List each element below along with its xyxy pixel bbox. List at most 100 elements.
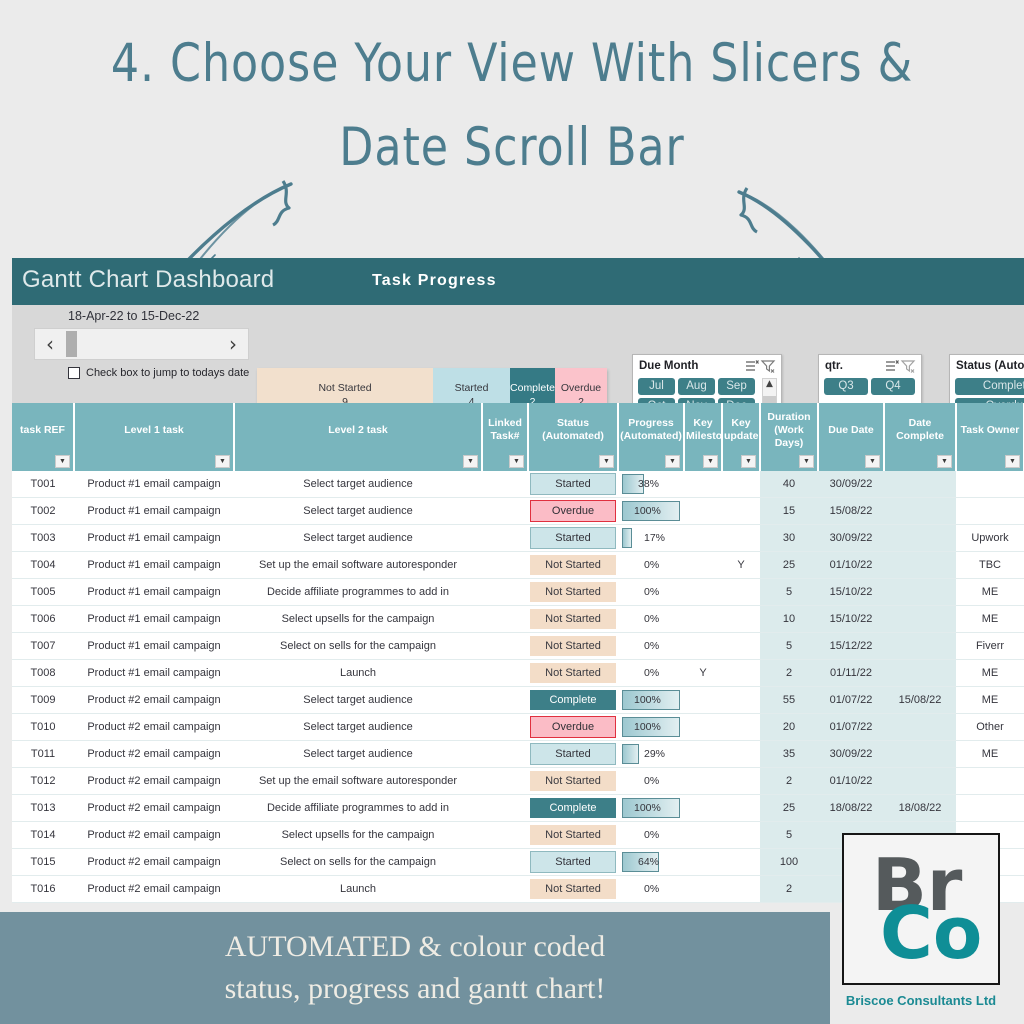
cell-linked-task[interactable] [482, 875, 528, 903]
cell-level-2-task[interactable]: Select on sells for the campaign [234, 848, 482, 877]
cell-linked-task[interactable] [482, 821, 528, 850]
cell-duration[interactable]: 40 [760, 471, 818, 499]
cell-linked-task[interactable] [482, 632, 528, 661]
cell-linked-task[interactable] [482, 767, 528, 796]
cell-progress[interactable]: 0% [618, 659, 684, 688]
table-row[interactable]: T007 Product #1 email campaign Select on s… [12, 632, 1024, 661]
cell-key-milestone[interactable] [684, 497, 722, 526]
cell-key-update[interactable] [722, 848, 760, 877]
cell-date-complete[interactable] [884, 605, 956, 634]
cell-key-update[interactable] [722, 605, 760, 634]
cell-level-2-task[interactable]: Select on sells for the campaign [234, 632, 482, 661]
cell-task-ref[interactable]: T003 [12, 524, 74, 553]
cell-progress[interactable]: 0% [618, 632, 684, 661]
cell-date-complete[interactable] [884, 551, 956, 580]
cell-key-update[interactable] [722, 578, 760, 607]
clear-filter-icon[interactable] [760, 359, 776, 373]
cell-duration[interactable]: 20 [760, 713, 818, 742]
cell-level-1-task[interactable]: Product #1 email campaign [74, 578, 234, 607]
cell-due-date[interactable]: 18/08/22 [818, 794, 884, 823]
cell-duration[interactable]: 30 [760, 524, 818, 553]
cell-status[interactable]: Not Started [528, 605, 618, 634]
cell-due-date[interactable]: 01/07/22 [818, 713, 884, 742]
col-header-task-ref[interactable]: task REF ▼ [12, 403, 75, 471]
slicer-option-complete[interactable]: Complete [955, 378, 1024, 395]
cell-level-2-task[interactable]: Launch [234, 659, 482, 688]
cell-date-complete[interactable] [884, 524, 956, 553]
cell-key-update[interactable] [722, 794, 760, 823]
filter-dropdown-level-1-task[interactable]: ▼ [215, 455, 230, 468]
cell-level-1-task[interactable]: Product #1 email campaign [74, 659, 234, 688]
cell-level-2-task[interactable]: Select target audience [234, 686, 482, 715]
cell-level-1-task[interactable]: Product #2 email campaign [74, 740, 234, 769]
cell-task-owner[interactable]: ME [956, 686, 1024, 715]
cell-task-ref[interactable]: T007 [12, 632, 74, 661]
col-header-key-milestone[interactable]: Key Milestone ▼ [684, 403, 734, 471]
cell-due-date[interactable]: 30/09/22 [818, 471, 884, 499]
cell-key-milestone[interactable] [684, 524, 722, 553]
cell-linked-task[interactable] [482, 605, 528, 634]
cell-level-2-task[interactable]: Select upsells for the campaign [234, 605, 482, 634]
cell-duration[interactable]: 5 [760, 632, 818, 661]
jump-to-today-row[interactable]: Check box to jump to todays date [68, 367, 249, 379]
cell-task-owner[interactable]: TBC [956, 551, 1024, 580]
cell-duration[interactable]: 25 [760, 794, 818, 823]
cell-progress[interactable]: 17% [618, 524, 684, 553]
cell-duration[interactable]: 35 [760, 740, 818, 769]
cell-level-1-task[interactable]: Product #1 email campaign [74, 632, 234, 661]
cell-duration[interactable]: 25 [760, 551, 818, 580]
cell-key-update[interactable] [722, 497, 760, 526]
cell-linked-task[interactable] [482, 659, 528, 688]
cell-key-milestone[interactable] [684, 713, 722, 742]
cell-linked-task[interactable] [482, 551, 528, 580]
cell-key-milestone[interactable] [684, 767, 722, 796]
cell-task-owner[interactable]: ME [956, 659, 1024, 688]
cell-linked-task[interactable] [482, 524, 528, 553]
cell-linked-task[interactable] [482, 497, 528, 526]
cell-key-update[interactable] [722, 767, 760, 796]
cell-task-ref[interactable]: T006 [12, 605, 74, 634]
cell-key-update[interactable] [722, 686, 760, 715]
cell-task-ref[interactable]: T009 [12, 686, 74, 715]
cell-date-complete[interactable] [884, 497, 956, 526]
cell-task-ref[interactable]: T004 [12, 551, 74, 580]
cell-key-update[interactable] [722, 740, 760, 769]
table-row[interactable]: T013 Product #2 email campaign Decide affi… [12, 794, 1024, 823]
cell-status[interactable]: Not Started [528, 821, 618, 850]
cell-level-2-task[interactable]: Select target audience [234, 524, 482, 553]
cell-progress[interactable]: 0% [618, 767, 684, 796]
cell-level-1-task[interactable]: Product #2 email campaign [74, 686, 234, 715]
cell-progress[interactable]: 29% [618, 740, 684, 769]
cell-date-complete[interactable] [884, 632, 956, 661]
cell-due-date[interactable]: 01/10/22 [818, 551, 884, 580]
cell-level-1-task[interactable]: Product #2 email campaign [74, 767, 234, 796]
cell-level-1-task[interactable]: Product #2 email campaign [74, 794, 234, 823]
cell-task-ref[interactable]: T010 [12, 713, 74, 742]
cell-due-date[interactable]: 30/09/22 [818, 524, 884, 553]
cell-status[interactable]: Not Started [528, 551, 618, 580]
filter-dropdown-date-complete[interactable]: ▼ [937, 455, 952, 468]
cell-key-update[interactable] [722, 524, 760, 553]
cell-status[interactable]: Complete [528, 794, 618, 823]
cell-task-owner[interactable]: ME [956, 605, 1024, 634]
cell-task-owner[interactable] [956, 471, 1024, 499]
cell-duration[interactable]: 5 [760, 821, 818, 850]
cell-level-1-task[interactable]: Product #1 email campaign [74, 605, 234, 634]
cell-status[interactable]: Not Started [528, 767, 618, 796]
cell-level-2-task[interactable]: Select target audience [234, 471, 482, 499]
cell-level-2-task[interactable]: Set up the email software autoresponder [234, 551, 482, 580]
table-row[interactable]: T005 Product #1 email campaign Decide affi… [12, 578, 1024, 607]
col-header-linked-task[interactable]: Linked Task# ▼ [482, 403, 529, 471]
cell-date-complete[interactable] [884, 713, 956, 742]
filter-dropdown-task-owner[interactable]: ▼ [1005, 455, 1020, 468]
cell-progress[interactable]: 0% [618, 605, 684, 634]
cell-task-ref[interactable]: T016 [12, 875, 74, 903]
cell-level-1-task[interactable]: Product #1 email campaign [74, 524, 234, 553]
cell-progress[interactable]: 100% [618, 794, 684, 823]
cell-level-1-task[interactable]: Product #1 email campaign [74, 497, 234, 526]
cell-level-2-task[interactable]: Decide affiliate programmes to add in [234, 794, 482, 823]
cell-level-2-task[interactable]: Select target audience [234, 497, 482, 526]
cell-due-date[interactable]: 30/09/22 [818, 740, 884, 769]
table-row[interactable]: T002 Product #1 email campaign Select targ… [12, 497, 1024, 526]
cell-linked-task[interactable] [482, 848, 528, 877]
